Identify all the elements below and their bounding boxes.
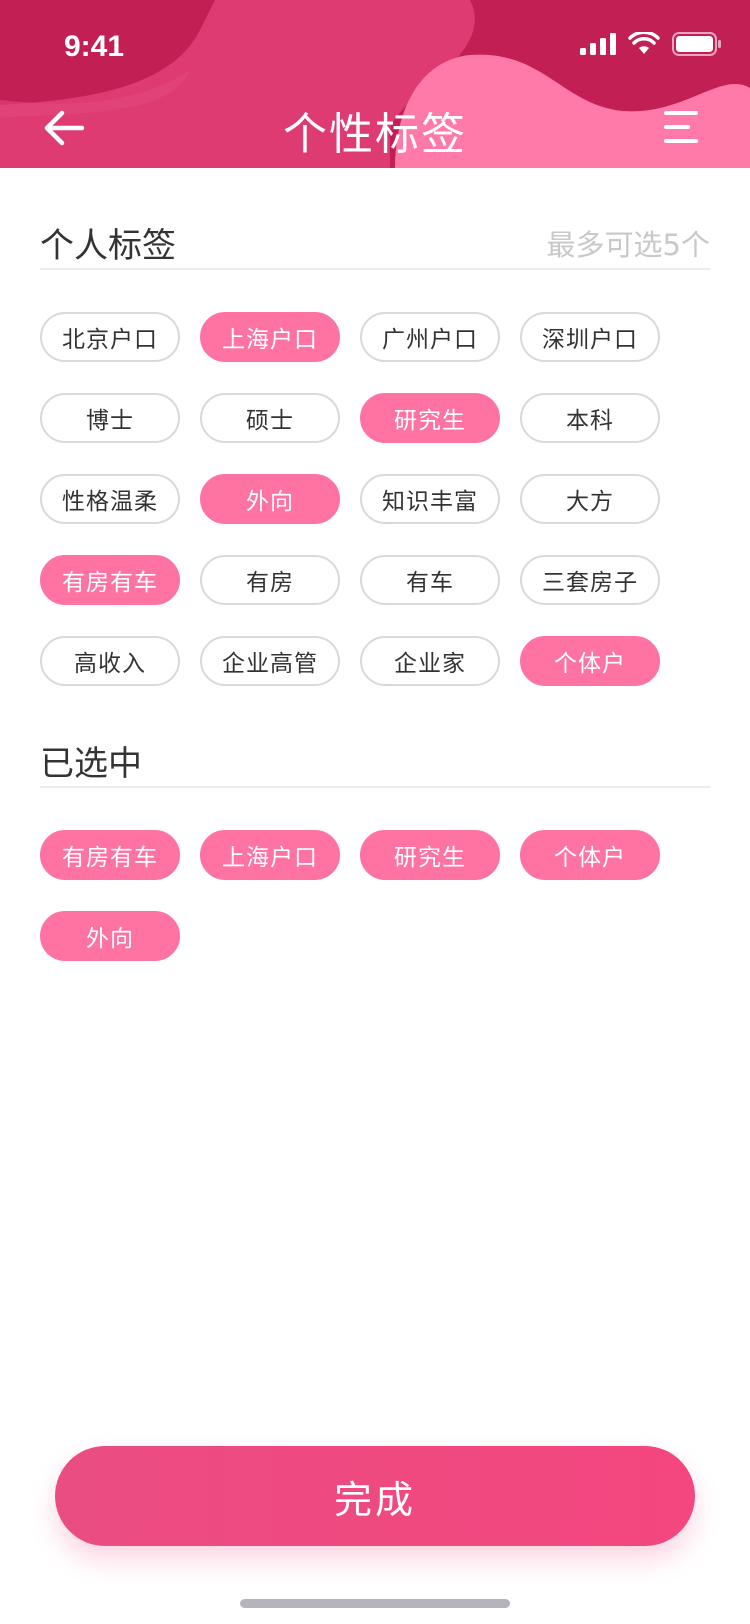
personal-tag[interactable]: 北京户口 [40,312,180,362]
personal-tag[interactable]: 高收入 [40,636,180,686]
personal-tag[interactable]: 企业高管 [200,636,340,686]
signal-icon [580,33,616,55]
selected-tag[interactable]: 上海户口 [200,830,340,880]
selected-tag[interactable]: 个体户 [520,830,660,880]
status-time: 9:41 [64,30,125,63]
selected-tag[interactable]: 有房有车 [40,830,180,880]
done-button[interactable]: 完成 [55,1446,695,1546]
header: 9:41 个性标签 [0,0,750,168]
menu-icon[interactable] [664,110,704,144]
battery-icon [672,32,721,56]
personal-tag[interactable]: 个体户 [520,636,660,686]
personal-tags-title: 个人标签 [40,226,176,266]
personal-tag[interactable]: 外向 [200,474,340,524]
max-selection-hint: 最多可选5个 [546,228,710,262]
selected-tags-title: 已选中 [40,744,142,784]
selected-tag[interactable]: 研究生 [360,830,500,880]
selected-tag[interactable]: 外向 [40,911,180,961]
tag-selection-screen: 9:41 个性标签 个人标签 最多可选5个 北京户口 上海户口 广州户口 深圳户… [0,0,750,1624]
personal-tag[interactable]: 有房 [200,555,340,605]
personal-tag[interactable]: 知识丰富 [360,474,500,524]
personal-tag[interactable]: 研究生 [360,393,500,443]
home-indicator [240,1599,510,1608]
personal-tag[interactable]: 博士 [40,393,180,443]
personal-tag[interactable]: 广州户口 [360,312,500,362]
personal-tags-header: 个人标签 最多可选5个 [40,210,710,270]
page-title: 个性标签 [283,109,467,160]
personal-tag[interactable]: 企业家 [360,636,500,686]
wifi-icon [628,32,660,54]
personal-tag[interactable]: 大方 [520,474,660,524]
selected-tags-header: 已选中 [40,728,710,788]
personal-tag[interactable]: 有车 [360,555,500,605]
selected-tag-list: 有房有车 上海户口 研究生 个体户外向 [40,830,720,970]
personal-tag-list: 北京户口 上海户口 广州户口 深圳户口博士 硕士 研究生 本科性格温柔 外向 知识丰富 大方有房有… [40,312,720,692]
status-icons [580,32,722,56]
personal-tag[interactable]: 性格温柔 [40,474,180,524]
personal-tag[interactable]: 本科 [520,393,660,443]
personal-tag[interactable]: 三套房子 [520,555,660,605]
personal-tag[interactable]: 深圳户口 [520,312,660,362]
personal-tag[interactable]: 硕士 [200,393,340,443]
personal-tag[interactable]: 有房有车 [40,555,180,605]
personal-tag[interactable]: 上海户口 [200,312,340,362]
